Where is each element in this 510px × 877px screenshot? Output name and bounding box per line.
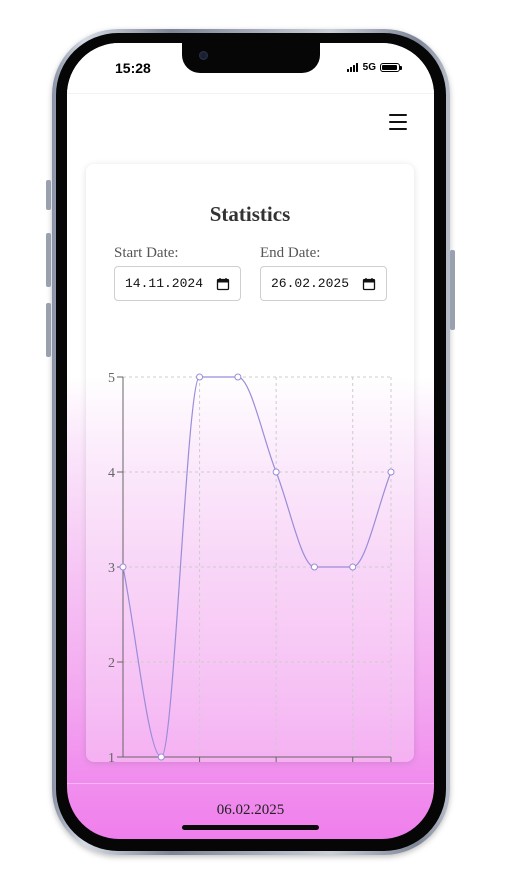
phone-screen: 15:28 5G Statistics Start Date: 14.11.20… [67, 43, 434, 839]
volume-up-button [46, 233, 51, 287]
data-point [196, 373, 204, 381]
status-bar: 15:28 5G [67, 43, 434, 93]
y-axis-tick-label: 3 [108, 561, 115, 576]
data-point [157, 753, 165, 761]
y-axis-tick-label: 4 [108, 466, 115, 481]
battery-level [382, 64, 398, 70]
data-point [349, 563, 357, 571]
data-point [387, 468, 395, 476]
network-type: 5G [362, 61, 376, 73]
data-point [272, 468, 280, 476]
data-point [234, 373, 242, 381]
statistics-line-chart: 123452024-11-142024-11-222025-02-05 [108, 371, 395, 762]
hamburger-menu-icon[interactable] [389, 113, 409, 131]
battery-icon [380, 62, 402, 72]
front-camera [199, 51, 208, 60]
footer-date: 06.02.2025 [216, 802, 285, 818]
data-point [310, 563, 318, 571]
silent-switch [46, 180, 51, 210]
notch [182, 43, 320, 73]
y-axis-tick-label: 5 [108, 371, 115, 386]
data-point [119, 563, 127, 571]
status-time: 15:28 [115, 60, 151, 76]
app-header [67, 93, 434, 146]
volume-down-button [46, 303, 51, 357]
y-axis-tick-label: 2 [108, 656, 115, 671]
y-axis-tick-label: 1 [108, 751, 115, 762]
status-indicators: 5G [346, 61, 402, 73]
statistics-card: Statistics Start Date: 14.11.2024 End Da… [86, 164, 414, 762]
footer: 06.02.2025 [67, 783, 434, 839]
signal-icon [346, 62, 359, 72]
home-indicator [182, 825, 319, 830]
power-button [450, 250, 455, 330]
